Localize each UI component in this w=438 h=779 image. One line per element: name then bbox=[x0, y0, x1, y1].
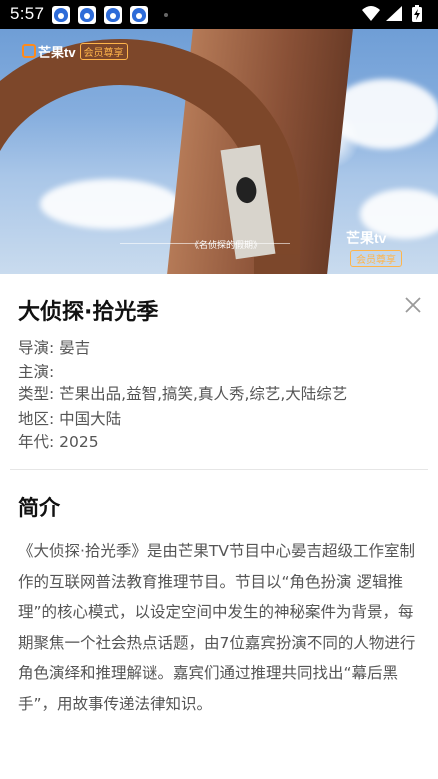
baidu-paw-icon bbox=[104, 6, 122, 24]
mango-tv-watermark: 芒果tv 会员尊享 bbox=[346, 228, 402, 267]
region-value: 中国大陆 bbox=[59, 410, 122, 428]
cast-row: 主演: bbox=[18, 360, 54, 382]
vip-badge: 会员尊享 bbox=[79, 42, 128, 60]
logo-text: 芒果tv bbox=[38, 44, 76, 60]
intro-text: 《大侦探·拾光季》是由芒果TV节目中心晏吉超级工作室制作的互联网普法教育推理节目… bbox=[18, 542, 416, 713]
watermark-text: 芒果tv bbox=[346, 230, 387, 246]
battery-charging-icon bbox=[412, 5, 422, 22]
notification-dot bbox=[164, 13, 168, 17]
status-time: 5:57 bbox=[10, 4, 45, 23]
video-player[interactable]: 芒果tv 会员尊享 《名侦探的假期》 芒果tv 会员尊享 bbox=[0, 29, 438, 274]
region-row: 地区: 中国大陆 bbox=[18, 407, 121, 429]
wifi-icon bbox=[362, 6, 380, 21]
mango-tv-logo: 芒果tv 会员尊享 bbox=[22, 42, 128, 60]
baidu-paw-icon bbox=[78, 6, 96, 24]
year-label: 年代: bbox=[18, 433, 55, 451]
director-value: 晏吉 bbox=[59, 339, 91, 357]
cast-label: 主演: bbox=[18, 363, 55, 381]
close-icon[interactable] bbox=[403, 295, 423, 315]
section-divider bbox=[10, 469, 428, 470]
genre-row: 类型: 芒果出品,益智,搞笑,真人秀,综艺,大陆综艺 bbox=[18, 382, 347, 404]
show-title: 大侦探·拾光季 bbox=[18, 300, 159, 325]
cellular-signal-icon bbox=[386, 6, 402, 21]
director-row: 导演: 晏吉 bbox=[18, 336, 90, 358]
genre-value: 芒果出品,益智,搞笑,真人秀,综艺,大陆综艺 bbox=[59, 385, 348, 403]
baidu-paw-icon bbox=[52, 6, 70, 24]
director-label: 导演: bbox=[18, 339, 55, 357]
year-value: 2025 bbox=[59, 433, 99, 451]
watermark-badge: 会员尊享 bbox=[350, 250, 402, 267]
region-label: 地区: bbox=[18, 410, 55, 428]
system-status-icons bbox=[362, 5, 422, 22]
genre-label: 类型: bbox=[18, 385, 55, 403]
intro-heading: 简介 bbox=[18, 496, 60, 520]
video-subtitle: 《名侦探的假期》 bbox=[190, 241, 263, 251]
year-row: 年代: 2025 bbox=[18, 430, 99, 452]
mango-logo-icon bbox=[22, 44, 36, 58]
baidu-paw-icon bbox=[130, 6, 148, 24]
status-bar: 5:57 bbox=[0, 0, 438, 29]
details-sheet: 大侦探·拾光季 导演: 晏吉 主演: 类型: 芒果出品,益智,搞笑,真人秀,综艺… bbox=[0, 274, 438, 779]
